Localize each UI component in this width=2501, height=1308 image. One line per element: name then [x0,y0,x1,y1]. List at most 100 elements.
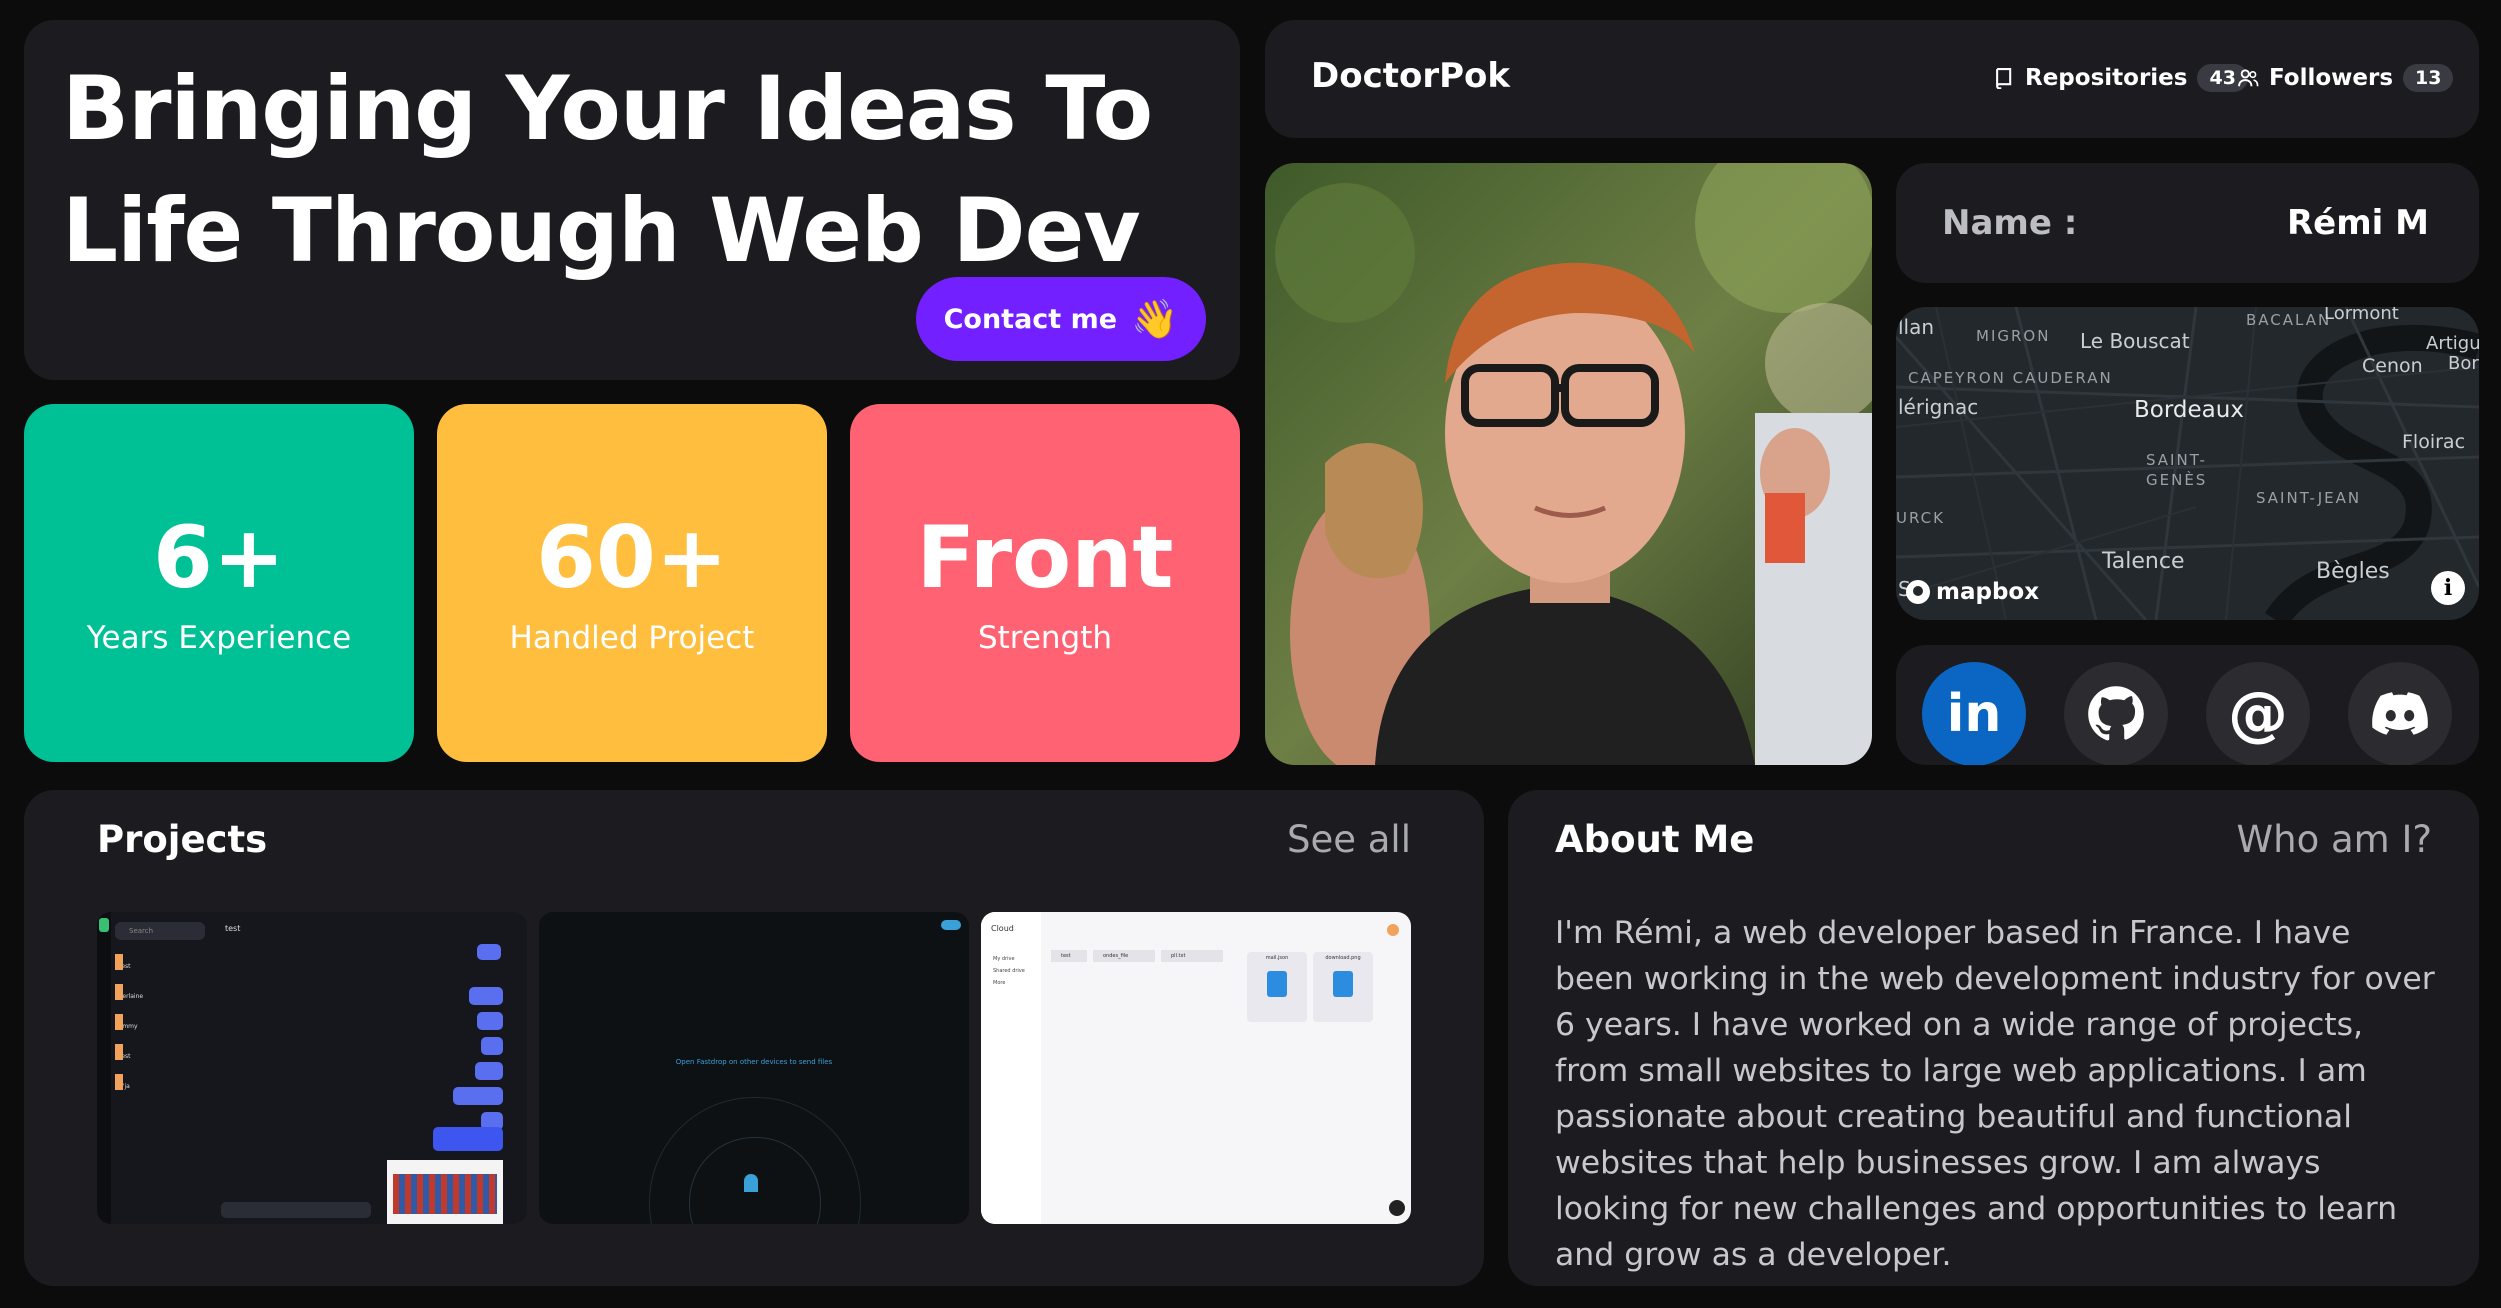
social-card: in @ [1896,645,2479,765]
repositories-stat[interactable]: Repositories 43 [1993,64,2248,92]
stat-years: 6+ Years Experience [24,404,414,762]
next-icon [1389,1200,1405,1216]
chat-header: test [225,924,241,933]
app-logo-icon [99,918,109,932]
cloud-sidebar: Cloud My drive Shared drive More [981,912,1041,1224]
chat-bubble [477,1012,503,1030]
github-icon[interactable] [2064,662,2168,765]
mapbox-logo-icon [1906,580,1930,604]
toggle-icon [941,920,961,930]
chat-bubble [453,1087,503,1105]
chat-avatars [115,954,123,1104]
project-thumbnail-cloud[interactable]: Cloud My drive Shared drive More test on… [981,912,1411,1224]
people-icon [2238,69,2259,87]
about-card: About Me Who am I? I'm Rémi, a web devel… [1508,790,2479,1286]
projects-card: Projects See all Search test test Perlai… [24,790,1484,1286]
stat-projects: 60+ Handled Project [437,404,827,762]
cloud-nav: My drive Shared drive More [993,953,1041,989]
attachment-grid [393,1174,497,1214]
discord-logo [2372,692,2428,735]
mapbox-label: mapbox [1936,579,2040,605]
hero-card: Bringing Your Ideas To Life Through Web … [24,20,1240,380]
chat-bubble [469,987,503,1005]
map-label: MIGRON [1976,327,2051,345]
stat-value: Front [916,508,1174,608]
at-glyph: @ [2228,679,2288,749]
stat-label: Years Experience [86,620,352,656]
contact-label: Contact me [943,303,1118,335]
waving-hand-icon: 👋 [1131,296,1179,341]
linkedin-glyph: in [1946,684,2002,744]
about-subtitle: Who am I? [2236,818,2432,861]
map-label: GENÈS [2146,471,2208,489]
map-label: Artigue [2426,333,2479,354]
map-label: llan [1898,315,1935,339]
file-name: mail.json [1265,955,1289,961]
cloud-nav-item: Shared drive [993,968,1025,974]
chat-input [221,1202,371,1218]
repo-icon [1996,68,2012,89]
map-label: URCK [1896,509,1945,527]
image-file-icon [1333,971,1353,997]
cloud-nav-item: My drive [993,956,1015,962]
portrait-illustration [1265,163,1872,765]
chat-bubble [481,1037,503,1055]
projects-title: Projects [97,818,268,861]
github-username[interactable]: DoctorPok [1311,56,1510,96]
see-all-link[interactable]: See all [1287,818,1411,861]
cloud-brand: Cloud [991,924,1014,933]
file-icon [1267,971,1287,997]
followers-count: 13 [2403,64,2454,92]
map-label: SAINT- [2146,451,2207,469]
chat-bubble [475,1062,503,1080]
contact-button[interactable]: Contact me 👋 [916,277,1206,361]
info-icon[interactable]: i [2431,571,2465,605]
fileshare-caption: Open Fastdrop on other devices to send f… [675,1058,833,1066]
repositories-label: Repositories [2025,65,2188,91]
linkedin-icon[interactable]: in [1922,662,2026,765]
chat-search: Search [115,922,205,940]
followers-stat[interactable]: Followers 13 [2237,64,2454,92]
file-name: download.png [1325,955,1361,961]
device-icon [744,1174,758,1192]
project-thumbnail-chat[interactable]: Search test test Perlaine jimmy test n'j… [97,912,527,1224]
project-thumbnail-fileshare[interactable]: Open Fastdrop on other devices to send f… [539,912,969,1224]
map-label: Cenon [2362,355,2423,377]
map-label: BACALAN [2246,311,2332,329]
stat-label: Strength [977,620,1113,656]
profile-photo [1265,163,1872,765]
name-value: Rémi M [2287,203,2429,243]
name-label: Name : [1942,203,2078,243]
followers-label: Followers [2269,65,2394,91]
chat-bubble [477,944,501,960]
image-attachment [387,1160,503,1224]
cloud-nav-item: More [993,980,1006,986]
stat-value: 6+ [153,508,285,608]
folder-item: pll.txt [1161,950,1223,962]
location-map[interactable]: llan MIGRON Le Bouscat BACALAN Lormont A… [1896,307,2479,620]
map-label: lérignac [1898,395,1979,419]
about-title: About Me [1555,818,1755,861]
github-card[interactable]: DoctorPok Repositories 43 Followers 13 [1265,20,2479,138]
folder-item: ondes_file [1093,950,1155,962]
map-label: CAPEYRON CAUDERAN [1908,369,2113,387]
avatar [1387,924,1399,936]
cloud-folders: test ondes_file pll.txt [1051,950,1223,962]
stat-label: Handled Project [509,620,755,656]
github-logo [2088,686,2144,741]
map-label: Talence [2102,549,2185,574]
map-label: Bègles [2316,559,2390,584]
discord-icon[interactable] [2348,662,2452,765]
mapbox-attribution[interactable]: mapbox [1906,579,2039,605]
file-card: mail.json [1247,952,1307,1022]
chat-rail [97,912,111,1224]
at-icon[interactable]: @ [2206,662,2310,765]
file-card: download.png [1313,952,1373,1022]
about-text: I'm Rémi, a web developer based in Franc… [1555,915,2435,1273]
map-label: Lormont [2324,307,2399,324]
name-card: Name : Rémi M [1896,163,2479,283]
map-label: Floirac [2402,431,2466,453]
hero-title: Bringing Your Ideas To Life Through Web … [62,57,1153,282]
map-label: Le Bouscat [2080,329,2190,353]
folder-item: test [1051,950,1087,962]
